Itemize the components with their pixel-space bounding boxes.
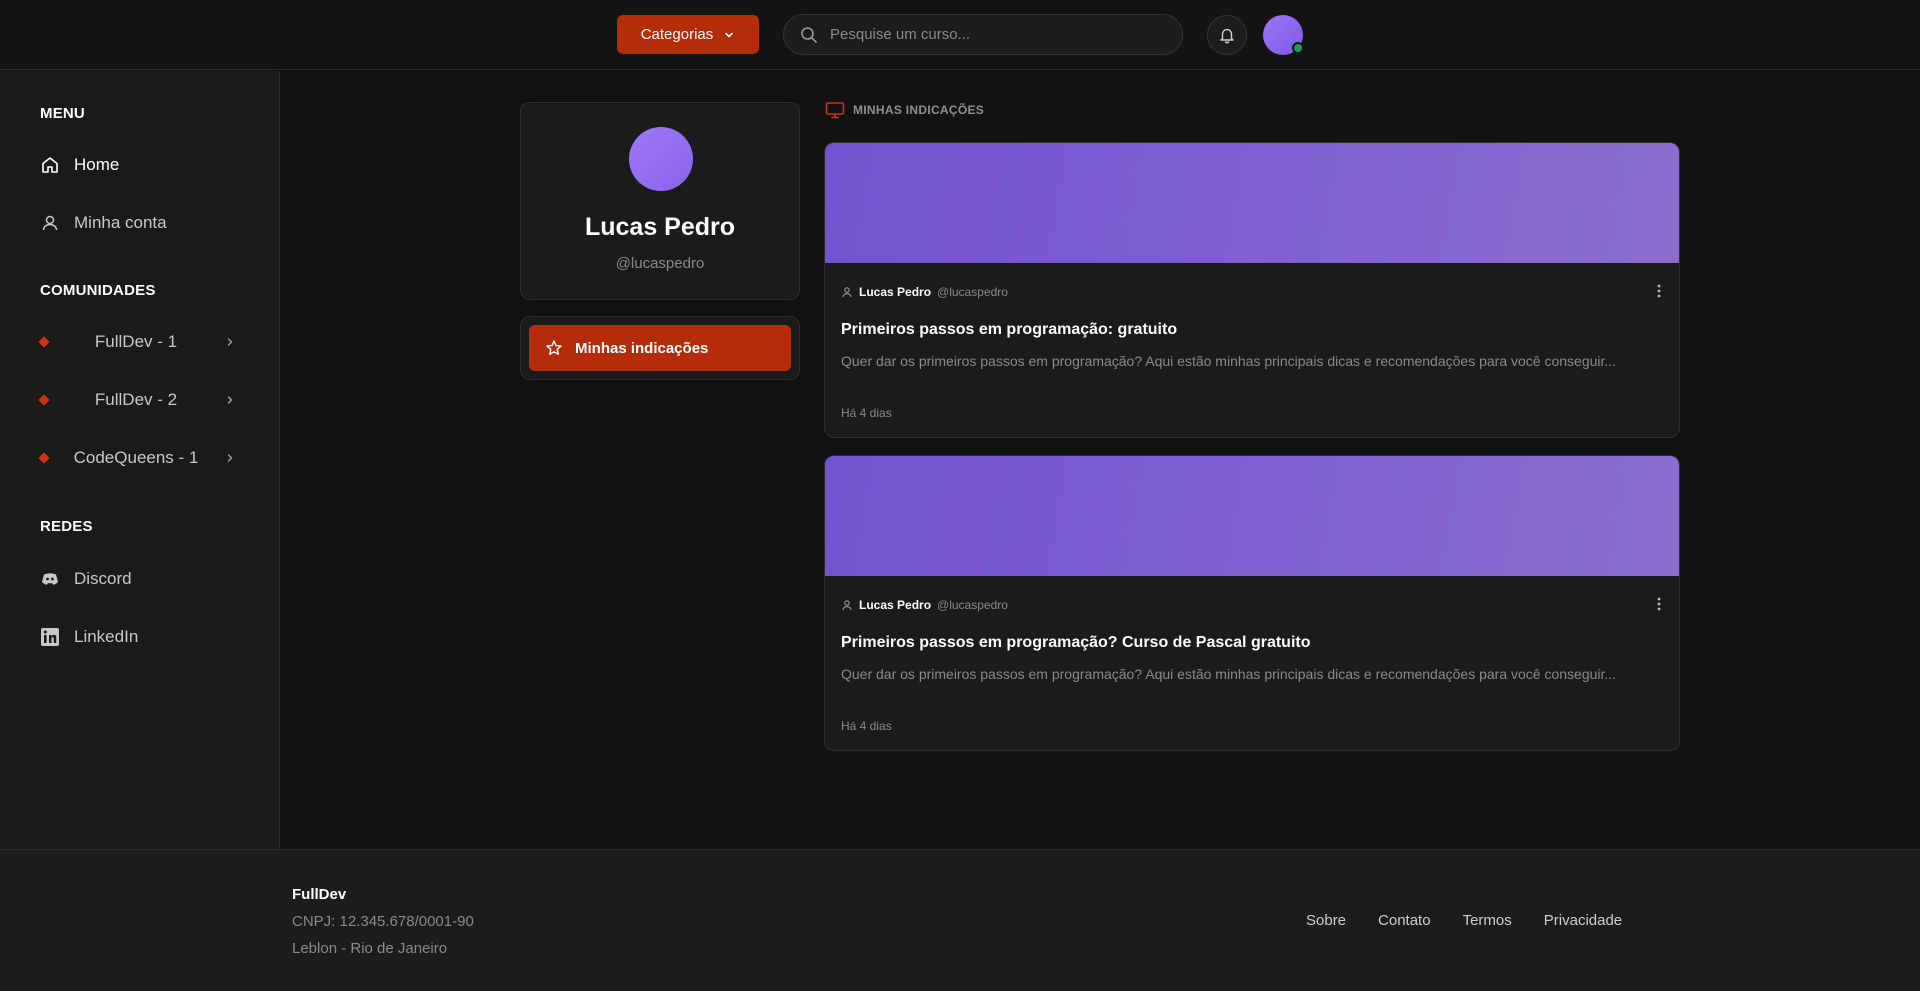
monitor-icon (825, 101, 845, 119)
chevron-right-icon (224, 336, 236, 348)
footer-brand: FullDev (292, 886, 347, 903)
categories-button[interactable]: Categorias (617, 15, 759, 54)
sidebar-item-minha-conta[interactable]: Minha conta (40, 208, 167, 238)
post-banner (825, 456, 1679, 576)
menu-section-title: MENU (40, 105, 85, 122)
footer-cnpj: CNPJ: 12.345.678/0001-90 (292, 913, 474, 930)
post-description: Quer dar os primeiros passos em programa… (841, 666, 1617, 682)
community-label: FullDev - 1 (94, 332, 178, 351)
chevron-down-icon (723, 29, 735, 41)
post-card[interactable]: Lucas Pedro @lucaspedro Primeiros passos… (824, 142, 1680, 438)
footer: FullDev CNPJ: 12.345.678/0001-90 Leblon … (0, 849, 1920, 991)
post-time: Há 4 dias (841, 719, 892, 733)
communities-section-title: COMUNIDADES (40, 282, 156, 299)
my-recommendations-button[interactable]: Minhas indicações (529, 325, 791, 371)
post-banner (825, 143, 1679, 263)
sidebar-item-fulldev-2[interactable]: FullDev - 2 (38, 385, 238, 415)
footer-link-termos[interactable]: Termos (1463, 912, 1512, 929)
user-icon (40, 213, 60, 233)
user-icon (841, 599, 853, 611)
sidebar-item-linkedin[interactable]: LinkedIn (40, 622, 138, 652)
footer-address: Leblon - Rio de Janeiro (292, 940, 448, 957)
sidebar-item-label: Home (74, 155, 120, 174)
post-handle: @lucaspedro (937, 598, 1008, 612)
user-avatar[interactable] (1263, 15, 1304, 55)
post-title: Primeiros passos em programação? Curso d… (841, 634, 1311, 651)
community-label: CodeQueens - 1 (73, 448, 199, 467)
profile-avatar (629, 127, 693, 191)
post-meta: Lucas Pedro @lucaspedro (841, 285, 1008, 299)
my-recommendations-label: Minhas indicações (575, 339, 709, 357)
profile-handle: @lucaspedro (615, 255, 705, 272)
sidebar-item-label: LinkedIn (74, 627, 139, 646)
notifications-button[interactable] (1207, 15, 1247, 55)
user-icon (841, 286, 853, 298)
top-bar: Categorias (0, 0, 1920, 70)
post-author: Lucas Pedro (859, 285, 932, 299)
discord-icon (40, 569, 60, 589)
post-description: Quer dar os primeiros passos em programa… (841, 353, 1617, 369)
sidebar-item-fulldev-1[interactable]: FullDev - 1 (38, 327, 238, 357)
networks-section-title: REDES (40, 518, 93, 535)
bell-icon (1218, 26, 1236, 44)
sidebar: MENU Home Minha conta COMUNIDADES FullDe… (0, 71, 280, 849)
star-icon (545, 339, 563, 357)
post-author: Lucas Pedro (859, 598, 932, 612)
profile-name: Lucas Pedro (584, 213, 736, 241)
profile-menu: Minhas indicações (520, 316, 800, 380)
section-header: MINHAS INDICAÇÕES (825, 101, 984, 119)
sidebar-item-label: Minha conta (74, 213, 167, 232)
chevron-right-icon (224, 452, 236, 464)
community-label: FullDev - 2 (94, 390, 178, 409)
sidebar-item-discord[interactable]: Discord (40, 564, 132, 594)
footer-link-contato[interactable]: Contato (1378, 912, 1431, 929)
post-meta: Lucas Pedro @lucaspedro (841, 598, 1008, 612)
sidebar-item-codequeens-1[interactable]: CodeQueens - 1 (38, 443, 238, 473)
home-icon (40, 155, 60, 175)
more-options-icon[interactable] (1657, 596, 1661, 612)
online-status-indicator (1292, 42, 1304, 54)
profile-card: Lucas Pedro @lucaspedro (520, 102, 800, 300)
chevron-right-icon (224, 394, 236, 406)
sidebar-item-home[interactable]: Home (40, 150, 119, 180)
post-title: Primeiros passos em programação: gratuit… (841, 321, 1178, 338)
footer-link-privacidade[interactable]: Privacidade (1544, 912, 1622, 929)
more-options-icon[interactable] (1657, 283, 1661, 299)
categories-label: Categorias (640, 26, 714, 43)
search-input[interactable] (830, 26, 1150, 43)
post-time: Há 4 dias (841, 406, 892, 420)
search-icon (800, 26, 818, 44)
post-card[interactable]: Lucas Pedro @lucaspedro Primeiros passos… (824, 455, 1680, 751)
footer-link-sobre[interactable]: Sobre (1306, 912, 1346, 929)
section-title: MINHAS INDICAÇÕES (853, 103, 985, 117)
footer-links: Sobre Contato Termos Privacidade (1306, 912, 1622, 929)
search-box[interactable] (783, 14, 1183, 55)
post-handle: @lucaspedro (937, 285, 1008, 299)
linkedin-icon (40, 627, 60, 647)
sidebar-item-label: Discord (74, 569, 132, 588)
